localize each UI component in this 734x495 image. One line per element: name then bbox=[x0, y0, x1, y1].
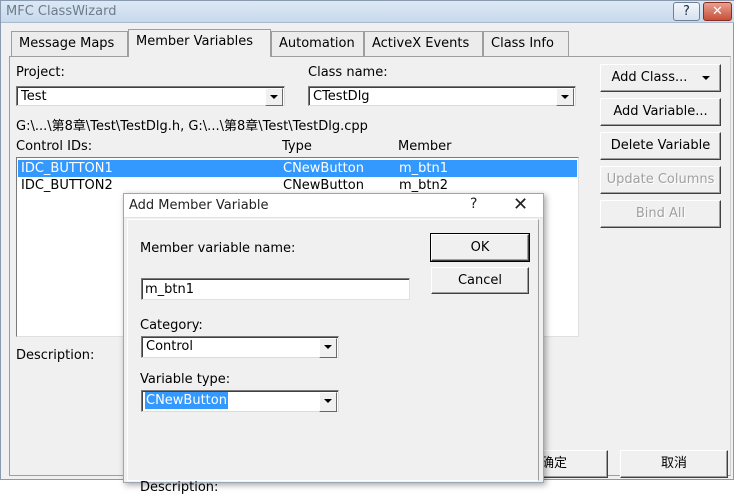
button-label: Update Columns bbox=[606, 172, 715, 187]
row-control-id: IDC_BUTTON1 bbox=[21, 161, 113, 176]
tab-label: ActiveX Events bbox=[372, 36, 470, 51]
add-member-variable-dialog: Add Member Variable ? ✕ Member variable … bbox=[123, 193, 544, 495]
list-header-control-ids: Control IDs: bbox=[16, 139, 93, 154]
chevron-down-icon[interactable] bbox=[556, 88, 574, 106]
project-combo[interactable]: Test bbox=[16, 86, 285, 106]
help-icon[interactable]: ? bbox=[470, 196, 477, 212]
dialog-description-label: Description: bbox=[140, 480, 219, 495]
cancel-button[interactable]: 取消 bbox=[620, 450, 728, 478]
vartype-value: CNewButton bbox=[145, 392, 228, 409]
add-class-button[interactable]: Add Class... bbox=[600, 64, 721, 92]
chevron-down-icon[interactable] bbox=[319, 392, 337, 412]
chevron-down-icon bbox=[701, 75, 710, 80]
help-icon: ? bbox=[683, 4, 690, 19]
project-value: Test bbox=[21, 89, 47, 104]
vartype-label: Variable type: bbox=[140, 372, 231, 387]
dialog-cancel-button[interactable]: Cancel bbox=[431, 267, 529, 294]
chevron-down-icon[interactable] bbox=[319, 338, 337, 358]
update-columns-button[interactable]: Update Columns bbox=[600, 166, 721, 194]
table-row[interactable]: IDC_BUTTON2 CNewButton m_btn2 bbox=[18, 177, 577, 194]
button-label: Cancel bbox=[457, 273, 503, 288]
dialog-title: Add Member Variable bbox=[129, 198, 269, 213]
chevron-down-icon[interactable] bbox=[265, 88, 283, 106]
classname-combo[interactable]: CTestDlg bbox=[308, 86, 576, 106]
button-label: Add Class... bbox=[611, 70, 688, 85]
classname-label: Class name: bbox=[308, 65, 388, 80]
category-label: Category: bbox=[140, 318, 203, 333]
button-label: Bind All bbox=[635, 206, 686, 221]
row-control-id: IDC_BUTTON2 bbox=[21, 178, 113, 193]
dialog-body: Member variable name: Category: Control … bbox=[127, 219, 539, 495]
table-row[interactable]: IDC_BUTTON1 CNewButton m_btn1 bbox=[17, 159, 578, 178]
description-label: Description: bbox=[16, 348, 95, 363]
button-label: Delete Variable bbox=[610, 138, 711, 153]
tab-message-maps[interactable]: Message Maps bbox=[11, 31, 128, 56]
tab-label: Class Info bbox=[491, 36, 554, 51]
member-name-label: Member variable name: bbox=[140, 241, 296, 256]
tab-automation[interactable]: Automation bbox=[271, 31, 364, 56]
close-icon: ✕ bbox=[712, 4, 723, 19]
tab-class-info[interactable]: Class Info bbox=[483, 31, 569, 56]
row-member: m_btn1 bbox=[399, 161, 449, 176]
tab-activex-events[interactable]: ActiveX Events bbox=[364, 31, 483, 56]
files-path: G:\...\第8章\Test\TestDlg.h, G:\...\第8章\Te… bbox=[16, 119, 368, 134]
dialog-ok-button[interactable]: OK bbox=[430, 233, 530, 262]
close-button[interactable]: ✕ bbox=[703, 2, 732, 21]
category-value: Control bbox=[146, 339, 193, 354]
help-button[interactable]: ? bbox=[673, 2, 700, 21]
member-name-input[interactable] bbox=[141, 278, 410, 300]
tab-label: Automation bbox=[279, 36, 355, 51]
add-variable-button[interactable]: Add Variable... bbox=[600, 98, 721, 126]
vartype-combo[interactable]: CNewButton bbox=[141, 390, 339, 412]
button-label: OK bbox=[470, 240, 490, 255]
list-header-member: Member bbox=[398, 139, 452, 154]
button-label: Add Variable... bbox=[613, 104, 708, 119]
window-title: MFC ClassWizard bbox=[6, 4, 117, 19]
dialog-title-bar: Add Member Variable ? ✕ bbox=[124, 194, 543, 218]
row-member: m_btn2 bbox=[399, 178, 449, 193]
title-bar: MFC ClassWizard ? ✕ bbox=[1, 1, 734, 23]
list-header-type: Type bbox=[282, 139, 312, 154]
delete-variable-button[interactable]: Delete Variable bbox=[600, 132, 721, 160]
tab-label: Member Variables bbox=[136, 34, 254, 49]
button-label: 确定 bbox=[540, 456, 567, 471]
tab-member-variables[interactable]: Member Variables bbox=[128, 29, 271, 57]
button-label: 取消 bbox=[660, 456, 687, 471]
close-icon[interactable]: ✕ bbox=[513, 194, 528, 215]
classname-value: CTestDlg bbox=[313, 89, 370, 104]
category-combo[interactable]: Control bbox=[141, 336, 339, 358]
row-type: CNewButton bbox=[283, 178, 364, 193]
row-type: CNewButton bbox=[283, 161, 364, 176]
tab-label: Message Maps bbox=[19, 36, 115, 51]
bind-all-button[interactable]: Bind All bbox=[600, 200, 721, 228]
project-label: Project: bbox=[16, 65, 65, 80]
